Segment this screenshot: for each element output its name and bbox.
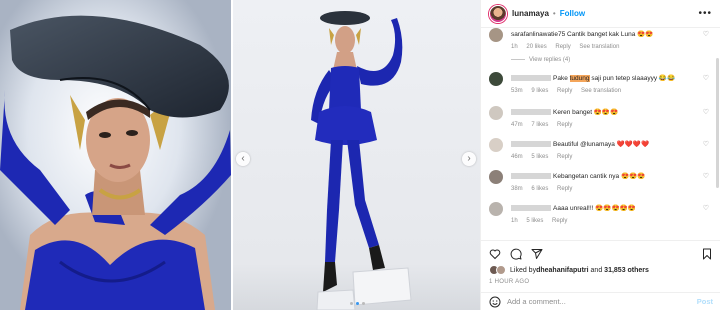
comment-likes[interactable]: 9 likes	[531, 88, 548, 94]
prev-photo-button[interactable]: ‹	[236, 152, 250, 166]
comment-time: 38m	[511, 186, 523, 192]
author-avatar[interactable]	[489, 4, 507, 23]
commenter-avatar[interactable]	[489, 170, 503, 184]
comment-text: Aaaa unreal!!! 😍😍😍😍😍	[511, 204, 711, 212]
liker-username[interactable]: dheahanifaputri	[536, 267, 589, 274]
like-icon[interactable]	[489, 248, 501, 260]
commenter-avatar[interactable]	[489, 138, 503, 152]
portrait-image	[0, 0, 231, 310]
reply-button[interactable]: Reply	[557, 88, 572, 94]
see-translation-button[interactable]: See translation	[581, 88, 621, 94]
follow-button[interactable]: Follow	[560, 9, 585, 18]
comment-text: Kebangetan cantik nya 😍😍😍	[511, 172, 711, 180]
comment-time: 47m	[511, 122, 523, 128]
comment-text: sarafanlinawatie75 Cantik banget kak Lun…	[511, 31, 654, 38]
comment-likes[interactable]: 6 likes	[531, 186, 548, 192]
reply-button[interactable]: Reply	[557, 154, 572, 160]
comment-text-body: Aaaa unreal!!! 😍😍😍😍😍	[553, 205, 636, 212]
post-header: lunamaya • Follow •••	[481, 0, 720, 28]
highlighted-word: tudung	[569, 75, 590, 82]
comment-time: 53m	[511, 88, 523, 94]
comment-text-after: saji pun tetep slaaayyy 😂😂	[589, 75, 676, 82]
comments-scrollbar[interactable]	[716, 58, 719, 188]
comment-text-body: Kebangetan cantik nya 😍😍😍	[553, 173, 646, 180]
reply-button[interactable]: Reply	[555, 44, 570, 50]
likes-middle: and	[588, 266, 605, 274]
author-username[interactable]: lunamaya	[512, 9, 549, 18]
comment-text-body: Beautiful @lunamaya ❤️❤️❤️❤️	[553, 141, 650, 148]
heart-icon[interactable]: ♡	[703, 140, 709, 148]
comment-time: 46m	[511, 154, 523, 160]
comment-meta: 47m 7 likes Reply	[511, 122, 711, 128]
reply-button[interactable]: Reply	[557, 186, 572, 192]
commenter-avatar[interactable]	[489, 106, 503, 120]
redacted-username	[511, 141, 551, 148]
heart-icon[interactable]: ♡	[703, 204, 709, 212]
reply-button[interactable]: Reply	[552, 218, 567, 224]
liker-avatars	[489, 265, 506, 275]
comment-time: 1h	[511, 44, 518, 50]
comment-text-body: Keren banget 😍😍😍	[553, 109, 619, 116]
heart-icon[interactable]: ♡	[703, 30, 709, 38]
emoji-icon[interactable]	[489, 296, 501, 308]
likes-count[interactable]: 31,853 others	[604, 267, 649, 274]
next-photo-button[interactable]: ›	[462, 152, 476, 166]
comment-likes[interactable]: 20 likes	[526, 44, 546, 50]
redacted-username	[511, 173, 551, 180]
post-photo-left	[0, 0, 231, 310]
post-actions: Liked by dheahanifaputri and 31,853 othe…	[481, 240, 720, 287]
comment-text: Keren banget 😍😍😍	[511, 108, 711, 116]
comments-panel: lunamaya • Follow ••• sarafanlinawatie75…	[480, 0, 720, 310]
comment-meta: 1h 5 likes Reply	[511, 218, 711, 224]
more-options-icon[interactable]: •••	[698, 8, 712, 19]
comment-icon[interactable]	[510, 248, 522, 260]
full-body-image	[233, 0, 480, 310]
comment-time: 1h	[511, 218, 518, 224]
comments-list: sarafanlinawatie75 Cantik banget kak Lun…	[481, 28, 720, 238]
commenter-avatar[interactable]	[489, 72, 503, 86]
carousel-dots	[350, 302, 365, 305]
comment-meta: 53m 9 likes Reply See translation	[511, 88, 711, 94]
redacted-username	[511, 75, 551, 82]
save-icon[interactable]	[701, 248, 713, 260]
comment-meta: 1h 20 likes Reply See translation	[511, 44, 711, 50]
add-comment-input[interactable]: Add a comment...	[507, 297, 566, 306]
heart-icon[interactable]: ♡	[703, 172, 709, 180]
carousel-dot-active	[356, 302, 359, 305]
commenter-avatar[interactable]	[489, 202, 503, 216]
redacted-username	[511, 205, 551, 212]
comment-meta: 38m 6 likes Reply	[511, 186, 711, 192]
comment-text-before: Pake	[553, 75, 570, 82]
likes-prefix: Liked by	[510, 266, 537, 274]
post-button[interactable]: Post	[697, 297, 713, 306]
post-time[interactable]: 1 HOUR AGO	[481, 277, 720, 287]
carousel-dot	[362, 302, 365, 305]
comment-text: Beautiful @lunamaya ❤️❤️❤️❤️	[511, 140, 711, 148]
action-icons	[481, 241, 720, 263]
header-separator: •	[552, 9, 556, 18]
share-icon[interactable]	[531, 248, 543, 260]
heart-icon[interactable]: ♡	[703, 108, 709, 116]
comment-likes[interactable]: 5 likes	[531, 154, 548, 160]
comment-likes[interactable]: 5 likes	[526, 218, 543, 224]
view-replies-button[interactable]: View replies (4)	[511, 57, 570, 63]
likes-summary: Liked by dheahanifaputri and 31,853 othe…	[481, 263, 720, 277]
redacted-username	[511, 109, 551, 116]
see-translation-button[interactable]: See translation	[579, 44, 619, 50]
carousel-dot	[350, 302, 353, 305]
post-photo-center	[233, 0, 480, 310]
add-comment-bar: Add a comment... Post	[481, 292, 720, 310]
comment-meta: 46m 5 likes Reply	[511, 154, 711, 160]
reply-button[interactable]: Reply	[557, 122, 572, 128]
comment-likes[interactable]: 7 likes	[531, 122, 548, 128]
commenter-avatar[interactable]	[489, 28, 503, 42]
heart-icon[interactable]: ♡	[703, 74, 709, 82]
liker-avatar[interactable]	[496, 265, 506, 275]
comment-text: Pake tudung saji pun tetep slaaayyy 😂😂	[511, 74, 711, 82]
